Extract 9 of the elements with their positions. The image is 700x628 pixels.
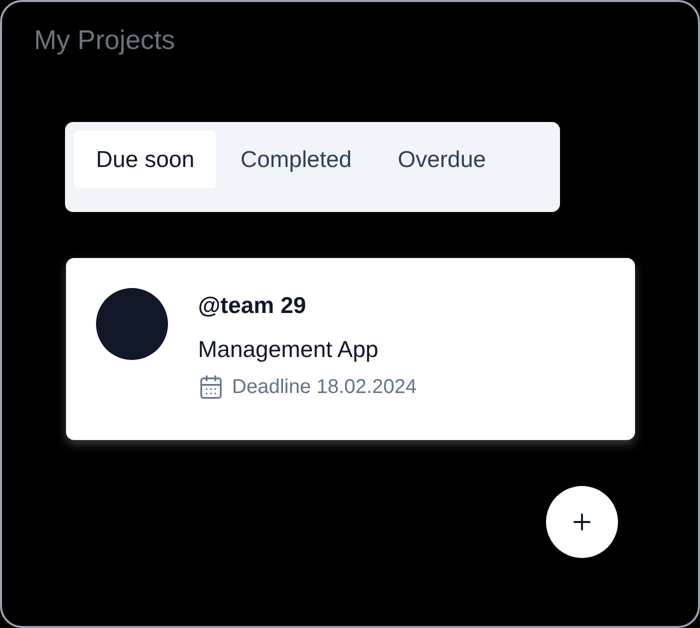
deadline-text: Deadline 18.02.2024 (232, 375, 417, 400)
project-card[interactable]: @team 29 Management App Deadline 18.02.2024 (66, 258, 635, 440)
team-name: @team 29 (198, 291, 308, 320)
tab[interactable]: Overdue (376, 131, 508, 188)
tab[interactable]: Completed (218, 131, 374, 188)
project-name: Management App (198, 335, 380, 364)
page-title: My Projects (34, 24, 176, 57)
calendar-icon (198, 374, 224, 400)
tab[interactable]: Due soon (74, 131, 216, 188)
